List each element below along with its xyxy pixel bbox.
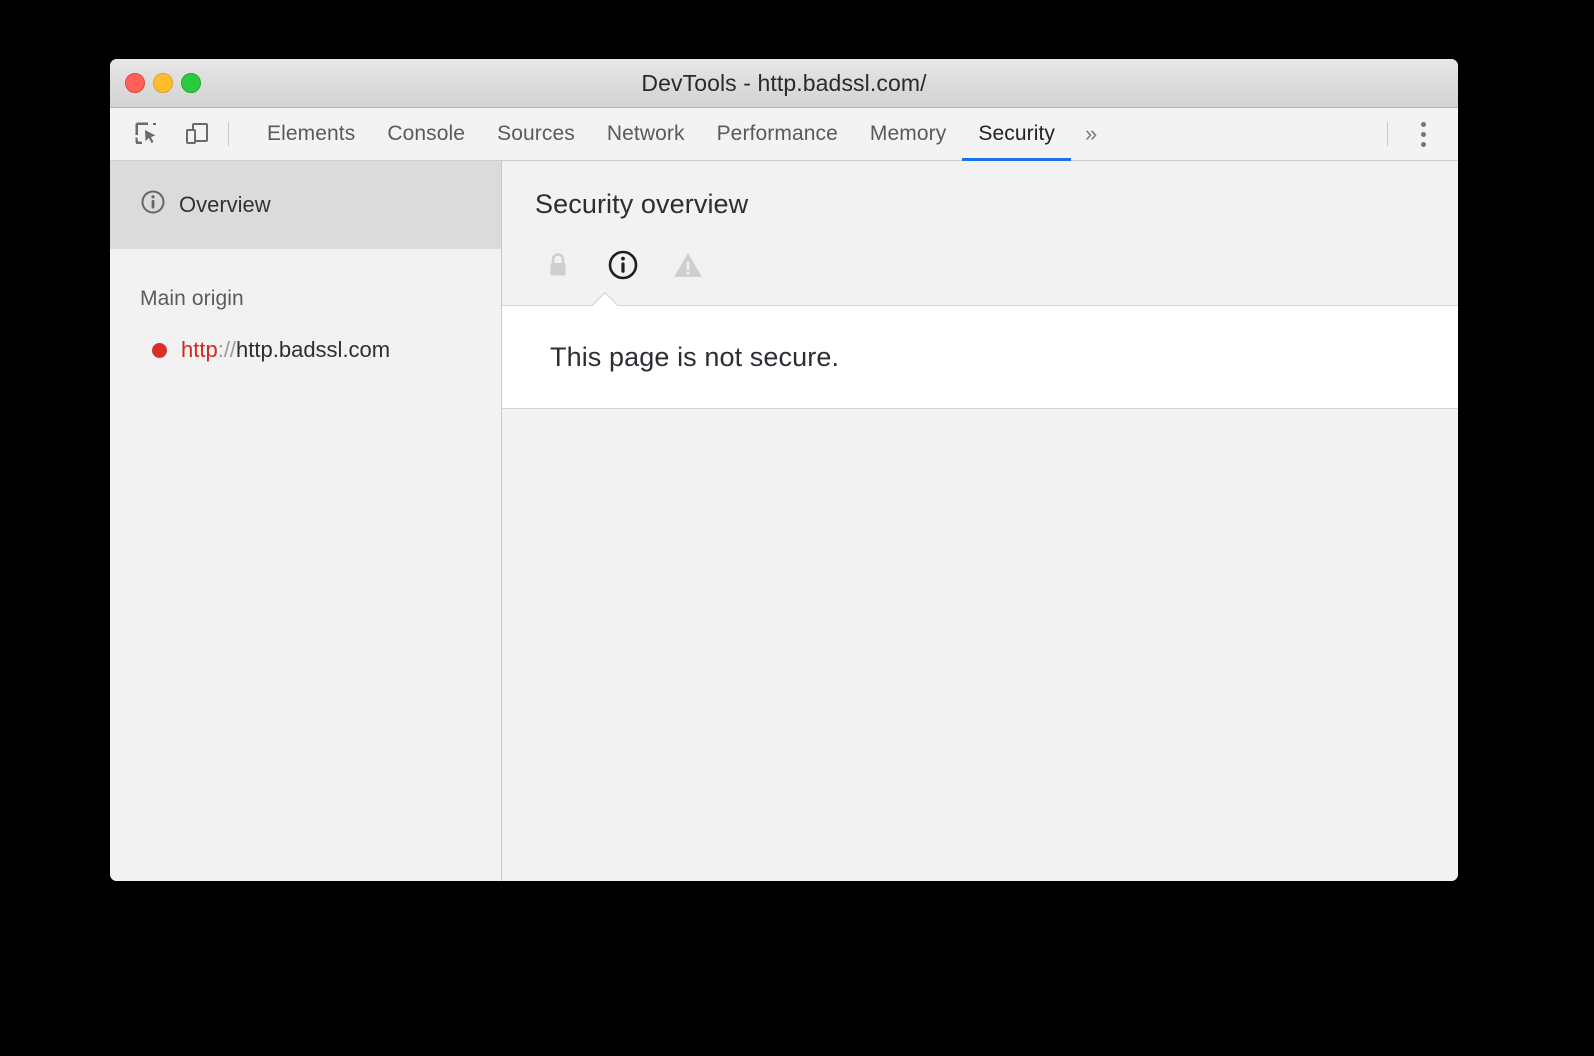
sidebar-item-overview[interactable]: Overview: [110, 161, 501, 249]
info-circle-icon: [140, 189, 166, 221]
inspect-element-icon[interactable]: [130, 117, 164, 151]
tab-label: Network: [606, 122, 685, 145]
origin-url: http://http.badssl.com: [181, 337, 390, 363]
tab-network[interactable]: Network: [591, 108, 701, 160]
device-toolbar-icon[interactable]: [180, 117, 214, 151]
tab-elements[interactable]: Elements: [251, 108, 371, 160]
origin-host: http.badssl.com: [236, 337, 391, 362]
tab-performance[interactable]: Performance: [701, 108, 854, 160]
security-main-panel: Security overview This page is not secur…: [502, 161, 1458, 881]
tabbar-right-group: [1387, 108, 1458, 160]
devtools-window: DevTools - http.badssl.com/ Elements Con…: [110, 59, 1458, 881]
window-title: DevTools - http.badssl.com/: [641, 69, 927, 96]
page-title: Security overview: [535, 189, 749, 219]
vertical-dots-menu-icon[interactable]: [1404, 108, 1442, 160]
security-state-icons: [502, 220, 1458, 286]
sidebar-item-label: Overview: [179, 192, 271, 217]
tab-sources[interactable]: Sources: [481, 108, 591, 160]
selection-caret-icon: [592, 292, 618, 306]
tab-label: Console: [387, 122, 466, 145]
tab-console[interactable]: Console: [371, 108, 481, 160]
security-explanation-wrapper: This page is not secure.: [502, 305, 1458, 409]
tab-label: Memory: [869, 122, 947, 145]
panel-tabs: Elements Console Sources Network Perform…: [251, 108, 1111, 161]
window-titlebar: DevTools - http.badssl.com/: [110, 59, 1458, 108]
origin-separator: ://: [217, 337, 237, 362]
lock-icon[interactable]: [537, 244, 579, 286]
warning-triangle-icon[interactable]: [667, 244, 709, 286]
devtools-tabbar: Elements Console Sources Network Perform…: [110, 108, 1458, 161]
security-sidebar: Overview Main origin http://http.badssl.…: [110, 161, 502, 881]
security-explanation-panel: This page is not secure.: [502, 305, 1458, 409]
close-window-button[interactable]: [125, 73, 145, 93]
devtools-body: Overview Main origin http://http.badssl.…: [110, 161, 1458, 881]
desktop-background: DevTools - http.badssl.com/ Elements Con…: [0, 0, 1594, 1056]
tab-label: Security: [978, 122, 1056, 145]
tab-label: Elements: [267, 122, 356, 145]
tab-label: Sources: [497, 122, 575, 145]
tab-security[interactable]: Security: [962, 108, 1071, 161]
toolbar-icon-group: [130, 108, 228, 160]
maximize-window-button[interactable]: [181, 73, 201, 93]
dot: [1420, 131, 1426, 137]
toolbar-divider: [228, 122, 229, 146]
dot: [1420, 121, 1426, 127]
sidebar-origin-item[interactable]: http://http.badssl.com: [110, 311, 501, 363]
sidebar-group-title: Main origin: [140, 287, 244, 310]
more-tabs-label: »: [1085, 121, 1098, 146]
minimize-window-button[interactable]: [153, 73, 173, 93]
origin-status-dot-icon: [152, 342, 167, 358]
info-circle-icon[interactable]: [602, 244, 644, 286]
traffic-light-controls: [125, 73, 201, 93]
more-tabs-chevron-icon[interactable]: »: [1071, 108, 1111, 160]
tab-memory[interactable]: Memory: [854, 108, 962, 160]
dot: [1420, 141, 1426, 147]
main-header: Security overview: [502, 161, 1458, 220]
tab-label: Performance: [716, 122, 838, 145]
security-explanation-text: This page is not secure.: [550, 341, 840, 372]
main-empty-area: [502, 409, 1458, 881]
menu-divider: [1387, 122, 1388, 146]
origin-scheme: http: [181, 337, 218, 362]
